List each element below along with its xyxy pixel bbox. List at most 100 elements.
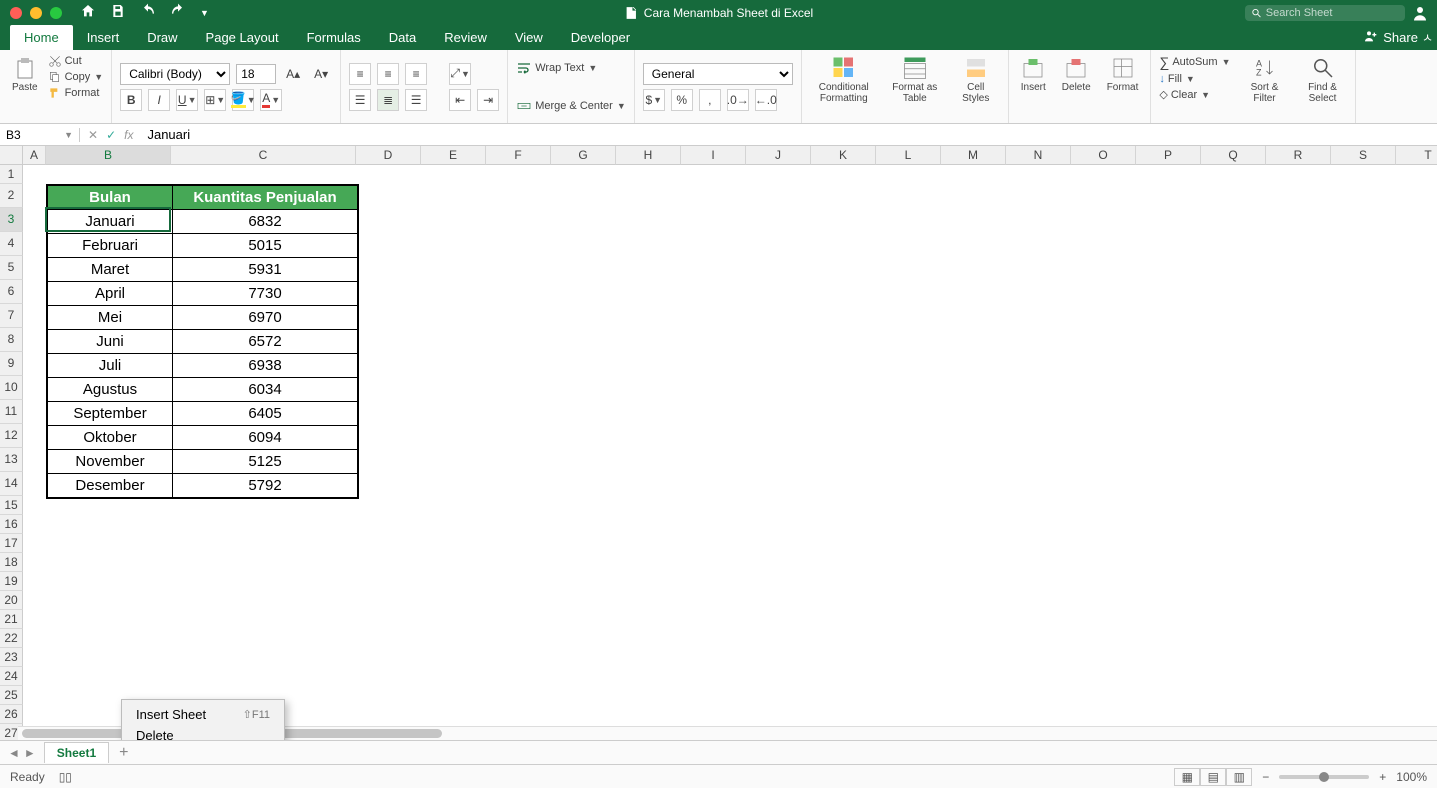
increase-decimal-icon[interactable]: .0→ (727, 89, 749, 111)
column-header-P[interactable]: P (1136, 146, 1201, 165)
table-cell[interactable]: September (48, 402, 173, 426)
column-header-T[interactable]: T (1396, 146, 1437, 165)
table-header[interactable]: Bulan (48, 186, 173, 210)
context-menu-delete[interactable]: Delete (122, 725, 284, 740)
decrease-indent-icon[interactable]: ⇤ (449, 89, 471, 111)
table-cell[interactable]: 5792 (173, 474, 358, 498)
column-header-O[interactable]: O (1071, 146, 1136, 165)
font-color-button[interactable]: A▼ (260, 89, 282, 111)
column-header-R[interactable]: R (1266, 146, 1331, 165)
window-close-button[interactable] (10, 7, 22, 19)
macro-record-icon[interactable]: ▯▯ (59, 770, 72, 784)
table-cell[interactable]: 6832 (173, 210, 358, 234)
table-cell[interactable]: 5931 (173, 258, 358, 282)
home-icon[interactable] (80, 3, 96, 22)
table-row[interactable]: Desember5792 (48, 474, 358, 498)
zoom-level[interactable]: 100% (1396, 770, 1427, 784)
table-cell[interactable]: Oktober (48, 426, 173, 450)
wrap-text-button[interactable]: Wrap Text▼ (516, 60, 626, 76)
spreadsheet-grid[interactable]: ABCDEFGHIJKLMNOPQRST 1234567891011121314… (0, 146, 1437, 740)
row-header-12[interactable]: 12 (0, 424, 23, 448)
clear-button[interactable]: ◇Clear▼ (1159, 88, 1230, 101)
table-cell[interactable]: 6572 (173, 330, 358, 354)
cell-styles-button[interactable]: Cell Styles (952, 54, 1000, 119)
table-row[interactable]: Juli6938 (48, 354, 358, 378)
table-cell[interactable]: 6938 (173, 354, 358, 378)
zoom-out-icon[interactable]: − (1262, 770, 1269, 784)
table-row[interactable]: Februari5015 (48, 234, 358, 258)
tab-insert[interactable]: Insert (73, 25, 134, 50)
delete-cells-button[interactable]: Delete (1058, 54, 1095, 119)
row-header-23[interactable]: 23 (0, 648, 23, 667)
fill-button[interactable]: ↓Fill▼ (1159, 73, 1230, 85)
table-header[interactable]: Kuantitas Penjualan (173, 186, 358, 210)
table-row[interactable]: Juni6572 (48, 330, 358, 354)
column-header-S[interactable]: S (1331, 146, 1396, 165)
page-layout-view-icon[interactable]: ▤ (1200, 768, 1226, 786)
insert-cells-button[interactable]: Insert (1017, 54, 1050, 119)
tab-draw[interactable]: Draw (133, 25, 191, 50)
row-header-15[interactable]: 15 (0, 496, 23, 515)
align-left-icon[interactable]: ☰ (349, 89, 371, 111)
select-all-corner[interactable] (0, 146, 23, 165)
row-header-2[interactable]: 2 (0, 184, 23, 208)
column-header-C[interactable]: C (171, 146, 356, 165)
tab-formulas[interactable]: Formulas (293, 25, 375, 50)
row-header-7[interactable]: 7 (0, 304, 23, 328)
merge-center-button[interactable]: Merge & Center▼ (516, 98, 626, 114)
table-row[interactable]: Mei6970 (48, 306, 358, 330)
row-header-11[interactable]: 11 (0, 400, 23, 424)
row-header-5[interactable]: 5 (0, 256, 23, 280)
column-header-H[interactable]: H (616, 146, 681, 165)
table-row[interactable]: Oktober6094 (48, 426, 358, 450)
search-sheet-box[interactable] (1245, 5, 1405, 21)
save-icon[interactable] (110, 3, 126, 22)
table-cell[interactable]: 5125 (173, 450, 358, 474)
table-row[interactable]: Januari6832 (48, 210, 358, 234)
percent-icon[interactable]: % (671, 89, 693, 111)
table-cell[interactable]: April (48, 282, 173, 306)
row-header-16[interactable]: 16 (0, 515, 23, 534)
qat-dropdown-icon[interactable]: ▼ (200, 8, 209, 18)
fx-icon[interactable]: fx (124, 128, 133, 142)
window-minimize-button[interactable] (30, 7, 42, 19)
find-select-button[interactable]: Find & Select (1299, 54, 1347, 119)
zoom-slider[interactable] (1279, 775, 1369, 779)
row-header-18[interactable]: 18 (0, 553, 23, 572)
column-header-Q[interactable]: Q (1201, 146, 1266, 165)
tab-developer[interactable]: Developer (557, 25, 644, 50)
table-row[interactable]: April7730 (48, 282, 358, 306)
cut-button[interactable]: Cut (48, 54, 104, 68)
undo-icon[interactable] (140, 3, 156, 22)
bold-button[interactable]: B (120, 89, 142, 111)
row-header-22[interactable]: 22 (0, 629, 23, 648)
row-header-6[interactable]: 6 (0, 280, 23, 304)
share-button[interactable]: Share (1383, 30, 1418, 45)
formula-input[interactable] (141, 127, 1437, 142)
tab-page-layout[interactable]: Page Layout (192, 25, 293, 50)
table-cell[interactable]: Mei (48, 306, 173, 330)
table-cell[interactable]: 5015 (173, 234, 358, 258)
increase-font-icon[interactable]: A▴ (282, 63, 304, 85)
row-header-19[interactable]: 19 (0, 572, 23, 591)
copy-button[interactable]: Copy▼ (48, 70, 104, 84)
align-middle-icon[interactable]: ≡ (377, 63, 399, 85)
row-header-13[interactable]: 13 (0, 448, 23, 472)
column-header-I[interactable]: I (681, 146, 746, 165)
column-header-B[interactable]: B (46, 146, 171, 165)
column-header-K[interactable]: K (811, 146, 876, 165)
row-header-10[interactable]: 10 (0, 376, 23, 400)
row-header-8[interactable]: 8 (0, 328, 23, 352)
align-right-icon[interactable]: ☰ (405, 89, 427, 111)
add-sheet-button[interactable]: + (109, 744, 138, 762)
autosum-button[interactable]: ∑AutoSum▼ (1159, 54, 1230, 70)
table-cell[interactable]: November (48, 450, 173, 474)
sort-filter-button[interactable]: AZSort & Filter (1241, 54, 1289, 119)
italic-button[interactable]: I (148, 89, 170, 111)
table-cell[interactable]: Agustus (48, 378, 173, 402)
table-cell[interactable]: 6970 (173, 306, 358, 330)
name-box[interactable]: B3▼ (0, 128, 80, 142)
context-menu-insert-sheet[interactable]: Insert Sheet⇧F11 (122, 704, 284, 725)
orientation-icon[interactable]: ⤢▼ (449, 63, 471, 85)
font-select[interactable]: Calibri (Body) (120, 63, 230, 85)
